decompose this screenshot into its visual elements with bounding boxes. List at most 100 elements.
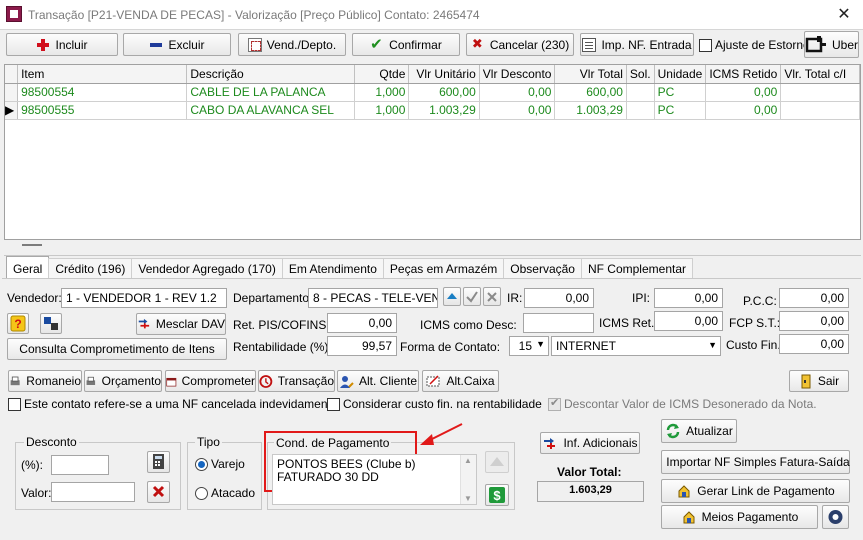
nf-cancelada-checkbox[interactable]: Este contato refere-se a uma NF cancelad… xyxy=(8,397,338,411)
col-sol[interactable]: Sol. xyxy=(626,65,655,84)
forma-contato-select[interactable]: INTERNET ▼ xyxy=(551,336,721,356)
col-vlr-desconto[interactable]: Vlr Desconto xyxy=(479,65,556,84)
cell-vlr-unitario[interactable]: 600,00 xyxy=(408,83,480,102)
tipo-varejo-radio[interactable]: Varejo xyxy=(195,457,245,471)
col-unidade[interactable]: Unidade xyxy=(654,65,707,84)
depto-confirm-button[interactable] xyxy=(463,287,481,306)
dollar-button[interactable]: $ xyxy=(485,484,509,506)
tab-pecas-armazem[interactable]: Peças em Armazém xyxy=(382,258,505,278)
vendedor-field[interactable]: 1 - VENDEDOR 1 - REV 1.2 xyxy=(61,288,227,308)
alt-cliente-button[interactable]: Alt. Cliente xyxy=(337,370,419,392)
atualizar-button[interactable]: Atualizar xyxy=(661,419,737,443)
ret-pis-field[interactable]: 0,00 xyxy=(327,313,397,333)
scroll-down-icon[interactable]: ▼ xyxy=(464,494,472,503)
cell-item[interactable]: 98500554 xyxy=(17,83,188,102)
rentabilidade-field[interactable]: 99,57 xyxy=(327,336,397,356)
col-item[interactable]: Item xyxy=(17,65,188,84)
tipo-atacado-radio[interactable]: Atacado xyxy=(195,486,255,500)
swap-button[interactable] xyxy=(40,313,62,334)
cell-unidade[interactable]: PC xyxy=(654,83,707,102)
col-vlr-total[interactable]: Vlr Total xyxy=(554,65,627,84)
tab-vendedor-agregado[interactable]: Vendedor Agregado (170) xyxy=(131,258,283,278)
cond-pagamento-list[interactable]: PONTOS BEES (Clube b) FATURADO 30 DD ▲ ▼ xyxy=(272,454,477,505)
tab-credito[interactable]: Crédito (196) xyxy=(48,258,133,278)
romaneio-button[interactable]: Romaneio xyxy=(8,370,82,392)
meios-pagamento-button[interactable]: Meios Pagamento xyxy=(661,505,818,529)
depto-up-button[interactable] xyxy=(443,287,461,306)
cell-vlr-unitario[interactable]: 1.003,29 xyxy=(408,101,480,120)
mesclar-dav-button[interactable]: Mesclar DAV xyxy=(136,313,226,335)
confirmar-button[interactable]: Confirmar xyxy=(352,33,460,56)
varejo-radio-dot[interactable] xyxy=(195,457,208,471)
comprometer-button[interactable]: Comprometer xyxy=(165,370,256,392)
cell-sol[interactable] xyxy=(626,101,655,120)
cell-qtde[interactable]: 1,000 xyxy=(354,83,410,102)
excluir-button[interactable]: Excluir xyxy=(123,33,231,56)
custo-fin-box[interactable] xyxy=(327,397,340,411)
cond-pagamento-scrollbar[interactable]: ▲ ▼ xyxy=(460,455,476,504)
splitter[interactable] xyxy=(4,240,861,256)
ipi-field[interactable]: 0,00 xyxy=(654,288,723,308)
table-row[interactable]: 98500554 CABLE DE LA PALANCA 1,000 600,0… xyxy=(5,83,860,102)
ajuste-estorno-box[interactable] xyxy=(699,38,712,52)
ir-field[interactable]: 0,00 xyxy=(524,288,594,308)
icms-desonerado-checkbox[interactable]: ✔ Descontar Valor de ICMS Desonerado da … xyxy=(548,397,817,411)
forma-contato-code-select[interactable]: 15 ▼ xyxy=(509,336,549,356)
cell-qtde[interactable]: 1,000 xyxy=(354,101,410,120)
cell-unidade[interactable]: PC xyxy=(654,101,707,120)
delete-button[interactable] xyxy=(147,481,170,503)
cell-vlr-total-ci[interactable] xyxy=(780,101,860,120)
icms-desonerado-box[interactable]: ✔ xyxy=(548,397,561,411)
tab-geral[interactable]: Geral xyxy=(6,256,50,278)
icms-desc-field[interactable] xyxy=(523,313,594,333)
col-vlr-total-ci[interactable]: Vlr. Total c/I xyxy=(780,65,860,84)
icms-ret-field[interactable]: 0,00 xyxy=(654,311,723,331)
calculator-button[interactable] xyxy=(147,451,170,473)
cell-vlr-total[interactable]: 600,00 xyxy=(554,83,627,102)
sair-button[interactable]: Sair xyxy=(789,370,849,392)
imp-nf-entrada-button[interactable]: Imp. NF. Entrada xyxy=(580,33,694,56)
cell-vlr-desconto[interactable]: 0,00 xyxy=(479,101,556,120)
cond-up-button[interactable] xyxy=(485,451,509,473)
splitter-grip[interactable] xyxy=(22,244,42,246)
depto-clear-button[interactable] xyxy=(483,287,501,306)
inf-adicionais-button[interactable]: Inf. Adicionais xyxy=(540,432,640,454)
cell-icms-retido[interactable]: 0,00 xyxy=(705,101,782,120)
scroll-up-icon[interactable]: ▲ xyxy=(464,456,472,465)
cell-descricao[interactable]: CABO DA ALAVANCA SEL xyxy=(186,101,355,120)
valor-field[interactable] xyxy=(51,482,135,502)
orcamento-button[interactable]: Orçamento xyxy=(84,370,162,392)
incluir-button[interactable]: Incluir xyxy=(6,33,118,56)
departamento-field[interactable]: 8 - PECAS - TELE-VENDAS xyxy=(308,288,438,308)
gerar-link-button[interactable]: Gerar Link de Pagamento xyxy=(661,479,850,503)
col-descricao[interactable]: Descrição xyxy=(186,65,355,84)
uber-button[interactable]: Uber xyxy=(804,31,859,58)
meios-settings-button[interactable] xyxy=(822,505,849,529)
vend-depto-button[interactable]: Vend./Depto. xyxy=(238,33,346,56)
cancelar-button[interactable]: Cancelar (230) xyxy=(466,33,574,56)
tab-nf-complementar[interactable]: NF Complementar xyxy=(580,258,693,278)
desconto-pct-field[interactable] xyxy=(51,455,109,475)
cell-icms-retido[interactable]: 0,00 xyxy=(705,83,782,102)
help-button[interactable]: ? xyxy=(7,313,29,334)
cond-pagamento-item[interactable]: FATURADO 30 DD xyxy=(277,471,379,484)
tab-em-atendimento[interactable]: Em Atendimento xyxy=(281,258,384,278)
custo-fin-checkbox[interactable]: Considerar custo fin. na rentabilidade xyxy=(327,397,542,411)
ajuste-estorno-checkbox[interactable]: Ajuste de Estorno xyxy=(699,38,810,52)
cell-sol[interactable] xyxy=(626,83,655,102)
atacado-radio-dot[interactable] xyxy=(195,486,208,500)
table-row[interactable]: ▶ 98500555 CABO DA ALAVANCA SEL 1,000 1.… xyxy=(5,101,860,120)
importar-nf-button[interactable]: Importar NF Simples Fatura-Saída xyxy=(661,450,850,474)
custo-fin-field[interactable]: 0,00 xyxy=(779,334,849,354)
col-qtde[interactable]: Qtde xyxy=(354,65,410,84)
col-vlr-unitario[interactable]: Vlr Unitário xyxy=(408,65,480,84)
cell-vlr-total-ci[interactable] xyxy=(780,83,860,102)
tab-observacao[interactable]: Observação xyxy=(503,258,582,278)
items-grid[interactable]: Item Descrição Qtde Vlr Unitário Vlr Des… xyxy=(4,64,861,240)
transacao-button[interactable]: Transação xyxy=(258,370,335,392)
fcp-field[interactable]: 0,00 xyxy=(779,311,849,331)
cell-vlr-desconto[interactable]: 0,00 xyxy=(479,83,556,102)
alt-caixa-button[interactable]: Alt.Caixa xyxy=(422,370,499,392)
nf-cancelada-box[interactable] xyxy=(8,397,21,411)
pcc-field[interactable]: 0,00 xyxy=(779,288,849,308)
